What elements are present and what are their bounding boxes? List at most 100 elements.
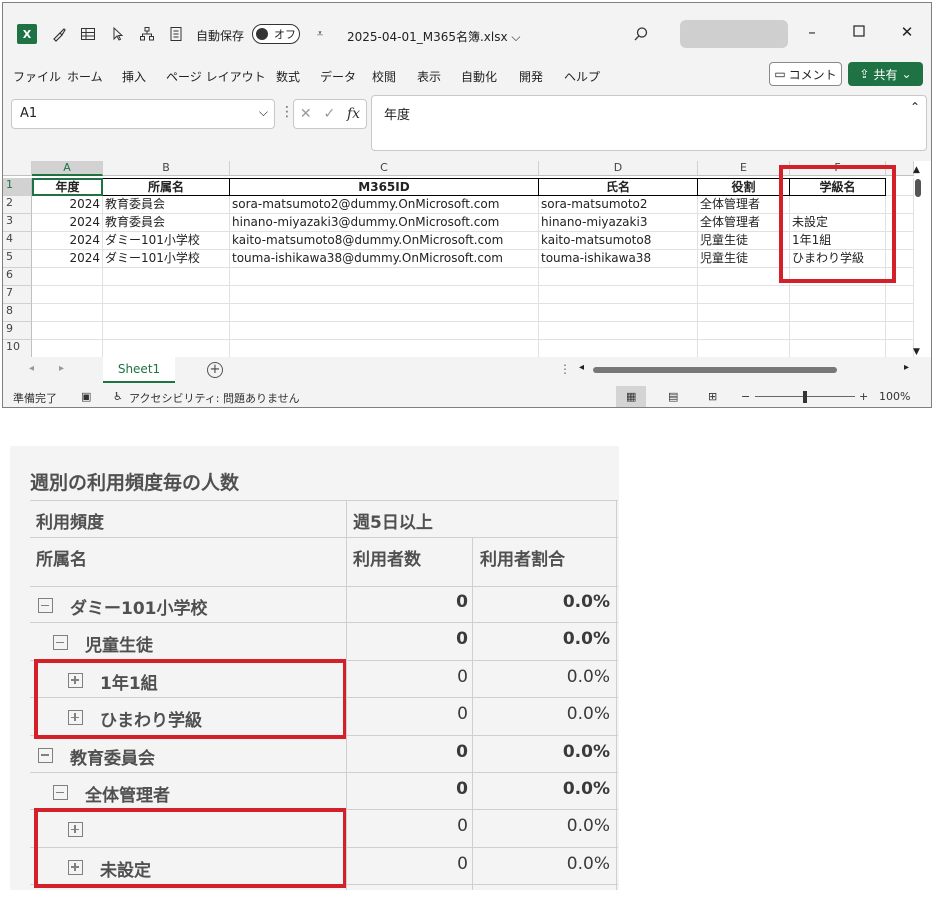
hscroll-thumb[interactable] [593, 367, 837, 373]
row-header-8[interactable]: 8 [3, 304, 32, 322]
form-icon[interactable] [167, 25, 185, 43]
close-icon[interactable]: ✕ [896, 21, 918, 43]
cell-empty[interactable] [886, 322, 914, 340]
page-layout-view-icon[interactable]: ▤ [668, 390, 678, 403]
name-box[interactable]: A1 ⌵ [11, 99, 275, 129]
cell-empty[interactable] [790, 304, 886, 322]
scroll-right-icon[interactable]: ▸ [904, 362, 909, 373]
cell-empty[interactable] [539, 322, 698, 340]
row-header-4[interactable]: 4 [3, 232, 32, 250]
menu-home[interactable]: ホーム [67, 68, 103, 85]
menu-insert[interactable]: 挿入 [122, 68, 146, 85]
cell-empty[interactable] [698, 340, 790, 358]
cell-b5[interactable]: ダミー101小学校 [103, 250, 230, 268]
cell-e3[interactable]: 全体管理者 [698, 214, 790, 232]
accessibility-icon[interactable]: ♿ [113, 390, 123, 403]
cell-empty[interactable] [698, 304, 790, 322]
formula-bar[interactable]: 年度 ⌃ [371, 95, 927, 151]
file-name[interactable]: 2025-04-01_M365名簿.xlsx ⌵ [347, 28, 521, 45]
matrix-row-label[interactable]: ダミー101小学校 [70, 594, 208, 619]
cell-empty[interactable] [32, 268, 103, 286]
cell-b4[interactable]: ダミー101小学校 [103, 232, 230, 250]
user-account-blurred[interactable] [680, 20, 788, 48]
header-cell-e[interactable]: 役割 [698, 178, 790, 196]
cell-empty[interactable] [886, 304, 914, 322]
scroll-up-icon[interactable]: ▲ [913, 165, 920, 175]
menu-formulas[interactable]: 数式 [276, 68, 300, 85]
cell-a2[interactable]: 2024 [32, 196, 103, 214]
cell-c5[interactable]: touma-ishikawa38@dummy.OnMicrosoft.com [230, 250, 539, 268]
zoom-out-icon[interactable]: − [741, 390, 750, 403]
row-header-9[interactable]: 9 [3, 322, 32, 340]
vertical-scrollbar[interactable]: ▲ ▼ [913, 165, 923, 357]
cell-empty[interactable] [230, 304, 539, 322]
menu-developer[interactable]: 開発 [519, 68, 543, 85]
cell-e5[interactable]: 児童生徒 [698, 250, 790, 268]
cell-e4[interactable]: 児童生徒 [698, 232, 790, 250]
cell-empty[interactable] [886, 286, 914, 304]
chevron-up-icon[interactable]: ⌃ [910, 100, 920, 114]
minimize-icon[interactable]: – [801, 21, 823, 43]
normal-view-icon[interactable]: ▦ [626, 390, 636, 403]
macro-record-icon[interactable]: ▣ [81, 390, 91, 403]
tab-prev-icon[interactable]: ◂ [29, 363, 34, 374]
cell-empty[interactable] [230, 340, 539, 358]
cell-empty[interactable] [539, 286, 698, 304]
scroll-thumb[interactable] [915, 179, 921, 197]
column-header-b[interactable]: B [103, 161, 230, 176]
col-header-ratio[interactable]: 利用者割合 [480, 545, 565, 570]
column-header-c[interactable]: C [230, 161, 539, 176]
row-header-1[interactable]: 1 [3, 178, 32, 196]
autosave-toggle[interactable]: オフ [252, 24, 300, 44]
header-cell-a[interactable]: 年度 [32, 178, 103, 196]
col-group-header[interactable]: 週5日以上 [353, 508, 433, 533]
collapse-icon[interactable] [38, 747, 53, 763]
cell-empty[interactable] [103, 322, 230, 340]
cell-empty[interactable] [886, 340, 914, 358]
cell-empty[interactable] [790, 340, 886, 358]
row-header-affiliation[interactable]: 所属名 [36, 545, 87, 570]
matrix-row-label[interactable]: 全体管理者 [85, 781, 170, 806]
cell-empty[interactable] [230, 322, 539, 340]
maximize-icon[interactable] [848, 21, 870, 43]
header-cell-b[interactable]: 所属名 [103, 178, 230, 196]
zoom-thumb[interactable] [803, 391, 807, 403]
cell-b2[interactable]: 教育委員会 [103, 196, 230, 214]
menu-page-layout[interactable]: ページ レイアウト [166, 68, 266, 85]
cell-a3[interactable]: 2024 [32, 214, 103, 232]
header-cell-c[interactable]: M365ID [230, 178, 539, 196]
select-all-corner[interactable] [3, 161, 32, 176]
cell-c2[interactable]: sora-matsumoto2@dummy.OnMicrosoft.com [230, 196, 539, 214]
cell-a4[interactable]: 2024 [32, 232, 103, 250]
cell-d5[interactable]: touma-ishikawa38 [539, 250, 698, 268]
comment-button[interactable]: ▭ コメント [769, 62, 842, 86]
horizontal-scrollbar[interactable]: ◂ ▸ [579, 362, 909, 375]
cell-empty[interactable] [103, 340, 230, 358]
cell-c3[interactable]: hinano-miyazaki3@dummy.OnMicrosoft.com [230, 214, 539, 232]
cell-e2[interactable]: 全体管理者 [698, 196, 790, 214]
row-header-frequency[interactable]: 利用頻度 [36, 508, 104, 533]
add-sheet-icon[interactable]: + [207, 362, 223, 378]
menu-review[interactable]: 校閲 [372, 68, 396, 85]
collapse-icon[interactable] [38, 598, 53, 613]
collapse-icon[interactable] [53, 635, 68, 651]
menu-automate[interactable]: 自動化 [461, 68, 497, 85]
splitter-icon[interactable]: ⋮ [559, 362, 571, 376]
brush-icon[interactable] [50, 25, 68, 43]
tab-sheet1[interactable]: Sheet1 [103, 357, 175, 383]
column-header-d[interactable]: D [539, 161, 698, 176]
cell-c4[interactable]: kaito-matsumoto8@dummy.OnMicrosoft.com [230, 232, 539, 250]
cell-empty[interactable] [32, 286, 103, 304]
menu-file[interactable]: ファイル [13, 68, 61, 85]
cell-d3[interactable]: hinano-miyazaki3 [539, 214, 698, 232]
cell-empty[interactable] [230, 268, 539, 286]
collapse-icon[interactable] [53, 785, 68, 800]
cell-a5[interactable]: 2024 [32, 250, 103, 268]
zoom-in-icon[interactable]: + [859, 390, 868, 403]
scroll-down-icon[interactable]: ▼ [913, 347, 920, 357]
col-header-users[interactable]: 利用者数 [353, 545, 421, 570]
menu-data[interactable]: データ [320, 68, 356, 85]
customize-qat-icon[interactable]: ⩡ [311, 25, 329, 43]
cell-empty[interactable] [32, 340, 103, 358]
cell-empty[interactable] [698, 286, 790, 304]
